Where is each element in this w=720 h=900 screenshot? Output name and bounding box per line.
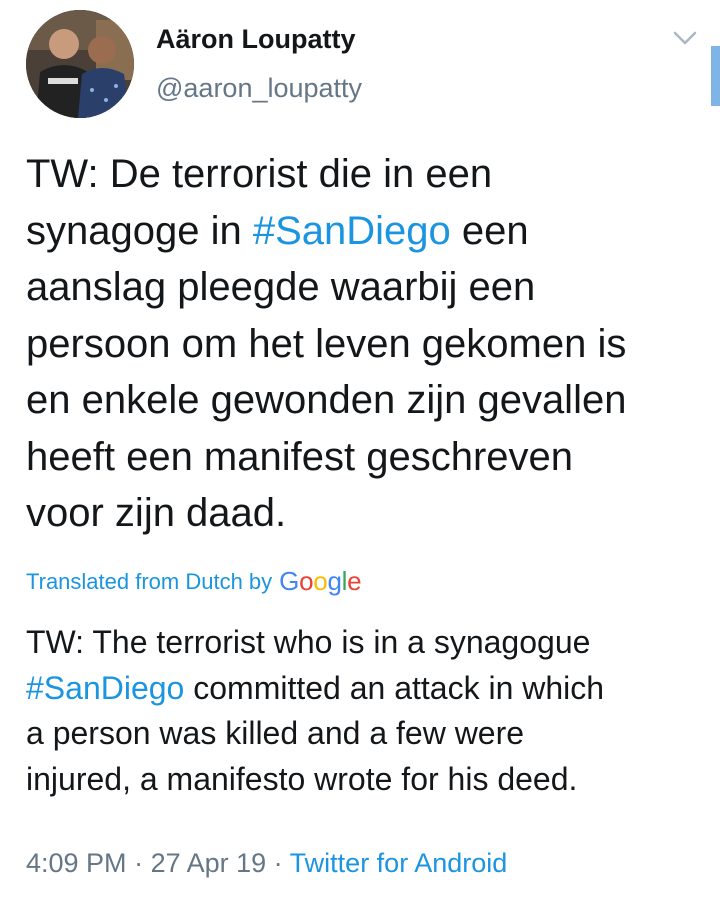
meta-separator: · <box>266 848 290 878</box>
tweet-line: aanslag pleegde waarbij een <box>26 265 536 309</box>
tweet-line: een <box>450 208 529 253</box>
tweet-line: persoon om het leven gekomen is <box>26 321 627 366</box>
translated-from-link[interactable]: Translated from Dutch by Google <box>26 566 362 597</box>
tweet-line: voor zijn daad. <box>26 491 287 535</box>
avatar-photo <box>26 10 134 118</box>
translation-line: committed an attack in which <box>184 669 605 706</box>
google-letter: G <box>279 566 300 596</box>
display-name[interactable]: Aäron Loupatty <box>156 24 356 55</box>
tweet-line: heeft een manifest geschreven <box>26 434 574 479</box>
translation-line: injured, a manifesto wrote for his deed. <box>26 760 578 797</box>
tweet-source-link[interactable]: Twitter for Android <box>290 848 508 878</box>
translation-text: TW: The terrorist who is in a synagogue … <box>26 620 706 802</box>
tweet-date[interactable]: 27 Apr 19 <box>151 848 267 878</box>
google-letter: o <box>299 566 314 596</box>
translation-line: a person was killed and a few were <box>26 715 525 751</box>
tweet-line: synagoge in <box>26 208 253 253</box>
hashtag-link[interactable]: #SanDiego <box>253 209 451 253</box>
meta-separator: · <box>126 848 151 878</box>
chevron-down-icon[interactable] <box>672 28 698 48</box>
avatar[interactable] <box>26 10 134 118</box>
translation-line: TW: The terrorist who is in a synagogue <box>26 624 591 660</box>
google-letter: g <box>327 566 342 596</box>
tweet-time[interactable]: 4:09 PM <box>26 848 127 878</box>
tweet-meta: 4:09 PM · 27 Apr 19 · Twitter for Androi… <box>26 848 507 879</box>
user-handle[interactable]: @aaron_loupatty <box>156 73 362 104</box>
tweet-line: en enkele gewonden zijn gevallen <box>26 378 627 422</box>
translated-label: Translated from Dutch by <box>26 568 273 594</box>
google-logo: Google <box>279 566 361 597</box>
hashtag-link[interactable]: #SanDiego <box>26 670 184 706</box>
tweet-text: TW: De terrorist die in een synagoge in … <box>26 146 706 542</box>
scrollbar[interactable] <box>711 46 720 106</box>
google-letter: o <box>313 566 328 596</box>
google-letter: e <box>347 566 362 596</box>
tweet-line: TW: De terrorist die in een <box>26 152 493 196</box>
